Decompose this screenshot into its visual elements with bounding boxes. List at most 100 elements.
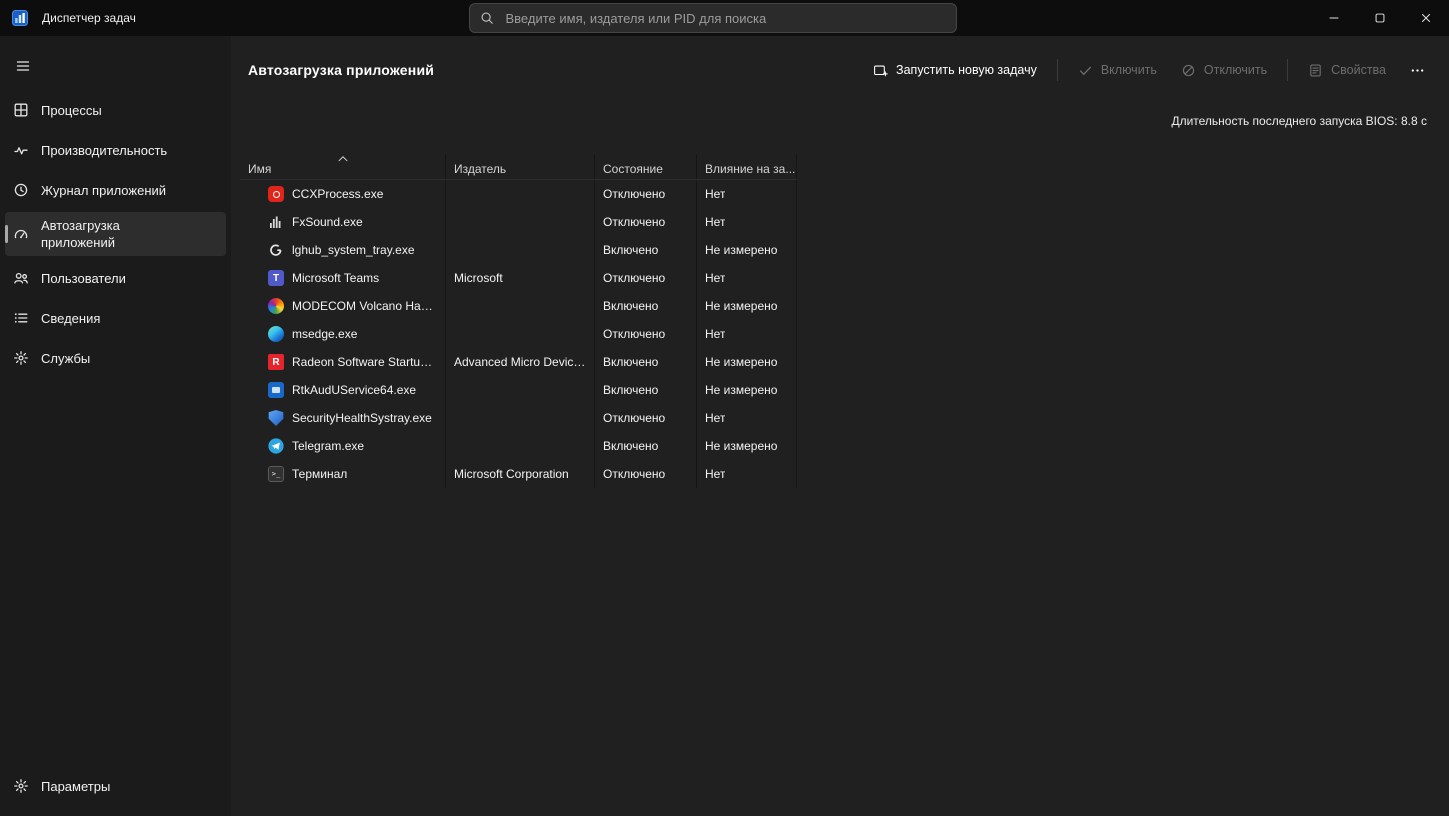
app-name: Microsoft Teams bbox=[292, 271, 380, 285]
app-name: lghub_system_tray.exe bbox=[292, 243, 415, 257]
app-impact: Нет bbox=[705, 187, 726, 201]
sidebar-item-label: Процессы bbox=[41, 102, 102, 118]
app-status: Включено bbox=[603, 355, 659, 369]
table-row[interactable]: RtkAudUService64.exe Включено Не измерено bbox=[240, 376, 797, 404]
column-header-name[interactable]: Имя bbox=[240, 154, 446, 179]
window-controls bbox=[1311, 0, 1449, 36]
search-icon bbox=[481, 12, 493, 24]
app-impact: Не измерено bbox=[705, 439, 778, 453]
app-status: Отключено bbox=[603, 271, 666, 285]
app-status: Включено bbox=[603, 243, 659, 257]
users-icon bbox=[13, 270, 29, 286]
app-name: msedge.exe bbox=[292, 327, 358, 341]
sidebar-item-performance[interactable]: Производительность bbox=[5, 132, 226, 168]
sidebar-item-label: Параметры bbox=[41, 778, 111, 794]
page-title: Автозагрузка приложений bbox=[248, 62, 435, 78]
app-impact: Нет bbox=[705, 215, 726, 229]
app-name: RtkAudUService64.exe bbox=[292, 383, 417, 397]
sidebar-item-label: Автозагрузка приложений bbox=[41, 218, 120, 250]
app-status: Отключено bbox=[603, 187, 666, 201]
app-impact: Нет bbox=[705, 327, 726, 341]
app-status: Отключено bbox=[603, 215, 666, 229]
services-icon bbox=[13, 350, 29, 366]
performance-icon bbox=[13, 142, 29, 158]
table-row[interactable]: FxSound.exe Отключено Нет bbox=[240, 208, 797, 236]
run-new-task-button[interactable]: Запустить новую задачу bbox=[863, 56, 1047, 85]
sidebar-item-label: Сведения bbox=[41, 310, 101, 326]
properties-label: Свойства bbox=[1331, 63, 1386, 77]
search-input[interactable] bbox=[503, 9, 946, 27]
table-body: CCXProcess.exe Отключено Нет FxSound.exe Отк… bbox=[240, 180, 797, 488]
more-options-icon bbox=[1411, 68, 1424, 72]
enable-button[interactable]: Включить bbox=[1068, 56, 1167, 85]
app-name: Radeon Software Startup T... bbox=[292, 355, 437, 369]
app-impact: Не измерено bbox=[705, 383, 778, 397]
minimize-button[interactable] bbox=[1311, 0, 1357, 36]
sidebar-item-users[interactable]: Пользователи bbox=[5, 260, 226, 296]
table-header: Имя Издатель Состояние Влияние на за... bbox=[240, 154, 797, 180]
app-title: Диспетчер задач bbox=[42, 11, 136, 25]
sidebar-item-app-history[interactable]: Журнал приложений bbox=[5, 172, 226, 208]
block-icon bbox=[1182, 64, 1195, 76]
table-row[interactable]: T Microsoft Teams Microsoft Отключено Нет bbox=[240, 264, 797, 292]
sidebar-item-settings[interactable]: Параметры bbox=[5, 768, 226, 804]
disable-button[interactable]: Отключить bbox=[1171, 56, 1277, 85]
check-icon bbox=[1079, 66, 1091, 75]
app-history-icon bbox=[13, 182, 29, 198]
sidebar-item-processes[interactable]: Процессы bbox=[5, 92, 226, 128]
table-row[interactable]: CCXProcess.exe Отключено Нет bbox=[240, 180, 797, 208]
properties-button[interactable]: Свойства bbox=[1298, 56, 1396, 85]
task-manager-window: Диспетчер задач Введите имя, издателя ил… bbox=[0, 0, 1449, 816]
table-row[interactable]: lghub_system_tray.exe Включено Не измерено bbox=[240, 236, 797, 264]
run-new-task-icon bbox=[874, 65, 888, 76]
teams-app-icon: T bbox=[268, 270, 284, 286]
processes-icon bbox=[13, 102, 29, 118]
details-icon bbox=[13, 310, 29, 326]
sidebar-item-label: Пользователи bbox=[41, 270, 126, 286]
column-label: Имя bbox=[248, 162, 272, 176]
table-row[interactable]: Telegram.exe Включено Не измерено bbox=[240, 432, 797, 460]
table-row[interactable]: MODECOM Volcano Ham... Включено Не измерен… bbox=[240, 292, 797, 320]
table-row[interactable]: msedge.exe Отключено Нет bbox=[240, 320, 797, 348]
sidebar-item-details[interactable]: Сведения bbox=[5, 300, 226, 336]
app-name: FxSound.exe bbox=[292, 215, 363, 229]
app-publisher: Microsoft Corporation bbox=[454, 467, 569, 481]
column-header-status[interactable]: Состояние bbox=[595, 154, 697, 179]
sidebar-item-label: Службы bbox=[41, 350, 91, 366]
sidebar-item-services[interactable]: Службы bbox=[5, 340, 226, 376]
hamburger-menu-button[interactable] bbox=[6, 50, 40, 82]
edge-app-icon bbox=[268, 326, 284, 342]
app-status: Включено bbox=[603, 299, 659, 313]
radeon-app-icon: R bbox=[268, 354, 284, 370]
app-impact: Не измерено bbox=[705, 355, 778, 369]
column-header-publisher[interactable]: Издатель bbox=[446, 154, 595, 179]
sidebar-bottom: Параметры bbox=[0, 768, 231, 808]
app-impact: Нет bbox=[705, 411, 726, 425]
column-header-impact[interactable]: Влияние на за... bbox=[697, 154, 797, 179]
app-status: Включено bbox=[603, 439, 659, 453]
app-impact: Не измерено bbox=[705, 299, 778, 313]
titlebar: Диспетчер задач bbox=[0, 0, 1449, 36]
bios-duration-text: Длительность последнего запуска BIOS: 8.… bbox=[1171, 114, 1427, 128]
table-row[interactable]: SecurityHealthSystray.exe Отключено Нет bbox=[240, 404, 797, 432]
minimize-icon bbox=[1329, 17, 1339, 19]
hamburger-icon bbox=[16, 61, 30, 71]
app-name: CCXProcess.exe bbox=[292, 187, 384, 201]
more-options-button[interactable] bbox=[1400, 56, 1435, 85]
sidebar-nav: Процессы Производительность Журнал приложе… bbox=[0, 92, 231, 376]
sidebar-item-startup-apps[interactable]: Автозагрузка приложений bbox=[5, 212, 226, 256]
run-new-task-label: Запустить новую задачу bbox=[896, 63, 1037, 77]
table-row[interactable]: R Radeon Software Startup T... Advanced Mi… bbox=[240, 348, 797, 376]
close-button[interactable] bbox=[1403, 0, 1449, 36]
sidebar: Процессы Производительность Журнал приложе… bbox=[0, 36, 231, 816]
disable-label: Отключить bbox=[1203, 63, 1268, 77]
maximize-button[interactable] bbox=[1357, 0, 1403, 36]
table-row[interactable]: >_ Терминал Microsoft Corporation Отключено… bbox=[240, 460, 797, 488]
modecom-app-icon bbox=[268, 298, 284, 314]
search-box[interactable] bbox=[468, 3, 957, 33]
app-impact: Нет bbox=[705, 467, 726, 481]
app-status: Включено bbox=[603, 383, 659, 397]
rtk-app-icon bbox=[268, 382, 284, 398]
app-status: Отключено bbox=[603, 411, 666, 425]
selection-indicator bbox=[5, 225, 8, 243]
